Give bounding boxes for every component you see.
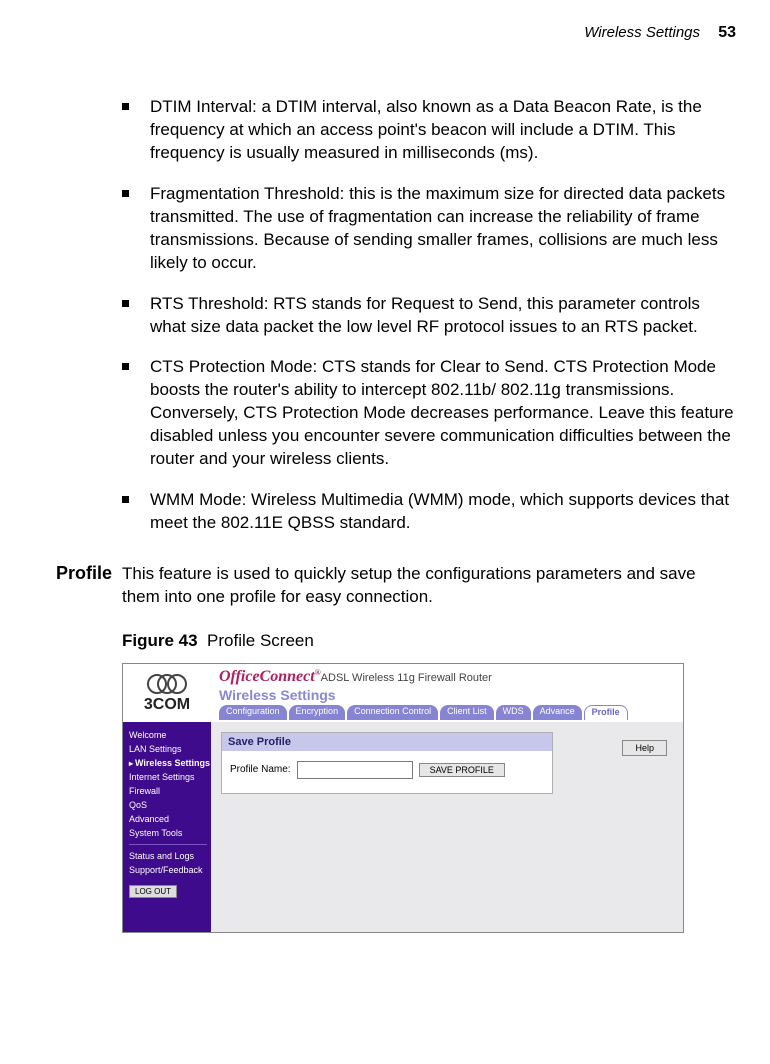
tab-profile[interactable]: Profile [584, 705, 628, 720]
tab-client-list[interactable]: Client List [440, 705, 494, 720]
sidebar-item-welcome[interactable]: Welcome [129, 728, 207, 742]
save-profile-button[interactable]: SAVE PROFILE [419, 763, 505, 777]
logout-button[interactable]: LOG OUT [129, 885, 177, 898]
bullet-list: DTIM Interval: a DTIM interval, also kno… [122, 96, 736, 535]
rings-icon [147, 672, 187, 694]
tab-advance[interactable]: Advance [533, 705, 582, 720]
profile-screenshot: 3COM OfficeConnect®ADSL Wireless 11g Fir… [122, 663, 684, 933]
figure-caption: Figure 43 Profile Screen [122, 631, 736, 651]
running-header: Wireless Settings 53 [24, 24, 736, 42]
section-body-profile: This feature is used to quickly setup th… [122, 563, 736, 609]
tab-configuration[interactable]: Configuration [219, 705, 287, 720]
sidebar-item-support-feedback[interactable]: Support/Feedback [129, 863, 207, 877]
profile-name-input[interactable] [297, 761, 413, 779]
list-item: DTIM Interval: a DTIM interval, also kno… [122, 96, 736, 165]
list-item: CTS Protection Mode: CTS stands for Clea… [122, 356, 736, 471]
sidebar-item-status-logs[interactable]: Status and Logs [129, 849, 207, 863]
sidebar-item-lan-settings[interactable]: LAN Settings [129, 742, 207, 756]
panel-title: Save Profile [222, 733, 552, 751]
sidebar-divider [129, 844, 207, 845]
sidebar-item-advanced[interactable]: Advanced [129, 812, 207, 826]
vendor-logo: 3COM [123, 664, 211, 722]
sidebar-item-firewall[interactable]: Firewall [129, 784, 207, 798]
list-item: RTS Threshold: RTS stands for Request to… [122, 293, 736, 339]
brand-subsection: Wireless Settings [219, 687, 675, 703]
sidebar-item-system-tools[interactable]: System Tools [129, 826, 207, 840]
page-number: 53 [718, 24, 736, 41]
sidebar-item-internet-settings[interactable]: Internet Settings [129, 770, 207, 784]
sidebar: Welcome LAN Settings Wireless Settings I… [123, 722, 211, 932]
help-button[interactable]: Help [622, 740, 667, 756]
figure-number: Figure 43 [122, 631, 198, 650]
tab-encryption[interactable]: Encryption [289, 705, 346, 720]
section-name: Wireless Settings [584, 24, 700, 41]
figure-title: Profile Screen [207, 631, 314, 650]
list-item: Fragmentation Threshold: this is the max… [122, 183, 736, 275]
sidebar-item-qos[interactable]: QoS [129, 798, 207, 812]
tab-strip: Configuration Encryption Connection Cont… [219, 705, 675, 720]
sidebar-item-wireless-settings[interactable]: Wireless Settings [129, 756, 207, 770]
save-profile-panel: Save Profile Profile Name: SAVE PROFILE [221, 732, 553, 794]
profile-name-label: Profile Name: [230, 764, 291, 775]
tab-wds[interactable]: WDS [496, 705, 531, 720]
list-item: WMM Mode: Wireless Multimedia (WMM) mode… [122, 489, 736, 535]
brand-line: OfficeConnect®ADSL Wireless 11g Firewall… [219, 668, 675, 686]
tab-connection-control[interactable]: Connection Control [347, 705, 438, 720]
logo-text: 3COM [144, 696, 190, 714]
section-heading-profile: Profile [24, 563, 122, 584]
